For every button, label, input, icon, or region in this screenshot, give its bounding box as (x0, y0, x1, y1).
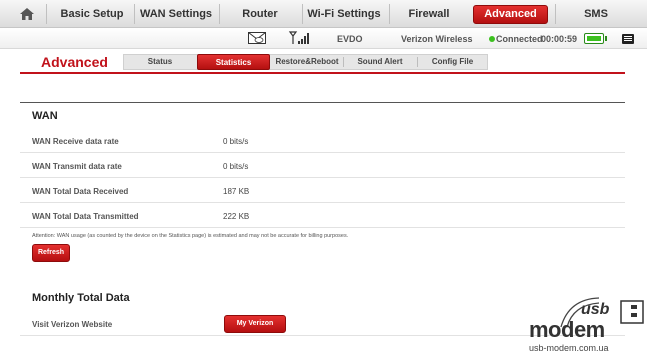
nav-divider (46, 4, 47, 24)
nav-router[interactable]: Router (220, 0, 300, 28)
table-row: WAN Receive data rate 0 bits/s (20, 128, 625, 153)
table-row: WAN Transmit data rate 0 bits/s (20, 153, 625, 178)
nav-wifi-settings[interactable]: Wi-Fi Settings (302, 0, 386, 28)
tab-sound-alert[interactable]: Sound Alert (344, 55, 416, 69)
page-title: Advanced (41, 54, 108, 70)
table-row: WAN Total Data Received 187 KB (20, 178, 625, 203)
connection-status: Connected (496, 34, 543, 44)
connected-indicator-icon (489, 36, 495, 42)
table-row: WAN Total Data Transmitted 222 KB (20, 203, 625, 228)
row-label: WAN Receive data rate (32, 137, 119, 146)
row-value: 0 bits/s (223, 162, 249, 171)
row-value: 222 KB (223, 212, 250, 221)
header-underline (20, 72, 625, 74)
row-label: Visit Verizon Website (32, 320, 113, 329)
device-info-icon[interactable] (622, 34, 634, 44)
wan-section-title: WAN (32, 110, 58, 122)
tab-restore-reboot[interactable]: Restore&Reboot (272, 55, 342, 69)
panel-divider (20, 102, 625, 103)
watermark-brand: modem (529, 317, 605, 342)
nav-firewall[interactable]: Firewall (389, 0, 469, 28)
nav-basic-setup[interactable]: Basic Setup (52, 0, 132, 28)
nav-sms[interactable]: SMS (556, 0, 636, 28)
row-value: 187 KB (223, 187, 250, 196)
tab-status[interactable]: Status (124, 55, 196, 69)
tab-statistics[interactable]: Statistics (197, 54, 270, 70)
row-value: 0 bits/s (223, 137, 249, 146)
usage-disclaimer: Attention: WAN usage (as counted by the … (32, 233, 349, 239)
connection-timer: 00:00:59 (541, 34, 578, 44)
signal-strength-icon (288, 31, 309, 44)
my-verizon-button[interactable]: My Verizon (224, 315, 286, 333)
tab-config-file[interactable]: Config File (418, 55, 487, 69)
watermark: usb modem usb-modem.com.ua (525, 295, 645, 357)
battery-icon (584, 33, 607, 44)
network-type: EVDO (337, 34, 363, 44)
refresh-button[interactable]: Refresh (32, 244, 70, 262)
message-envelope-icon[interactable] (248, 32, 266, 44)
top-navigation: Basic Setup WAN Settings Router Wi-Fi Se… (0, 0, 647, 28)
home-icon[interactable] (20, 8, 34, 20)
monthly-section-title: Monthly Total Data (32, 292, 130, 304)
watermark-url: usb-modem.com.ua (529, 343, 609, 353)
row-label: WAN Transmit data rate (32, 162, 122, 171)
nav-wan-settings[interactable]: WAN Settings (136, 0, 216, 28)
sub-tabs: Status Statistics Restore&Reboot Sound A… (123, 54, 488, 70)
status-bar: EVDO Verizon Wireless Connected 00:00:59 (0, 28, 647, 49)
nav-advanced[interactable]: Advanced (473, 5, 548, 24)
row-label: WAN Total Data Received (32, 187, 129, 196)
nav-divider (134, 4, 135, 24)
carrier-name: Verizon Wireless (401, 34, 473, 44)
row-label: WAN Total Data Transmitted (32, 212, 139, 221)
